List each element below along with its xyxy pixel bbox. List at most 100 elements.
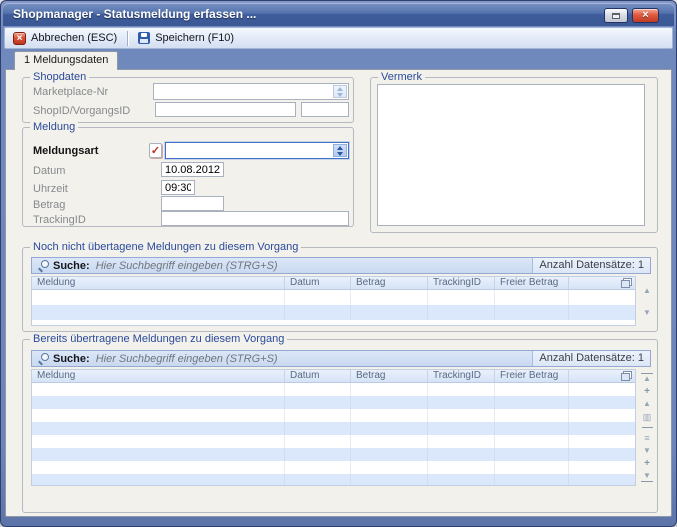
transferred-messages-grid: Meldung Datum Betrag TrackingID Freier B…: [31, 369, 636, 486]
tab-meldungsdaten[interactable]: 1 Meldungsdaten: [14, 51, 118, 70]
save-icon: [138, 32, 150, 44]
spin-up-icon: [337, 146, 343, 150]
table-row[interactable]: [32, 461, 635, 474]
grid-navigator: ▲ + ▲ ▥ ≡ ▼ + ▼: [639, 371, 655, 485]
close-icon: ×: [642, 9, 648, 22]
table-row[interactable]: [32, 435, 635, 448]
current-row-icon[interactable]: ▥: [641, 412, 653, 422]
marketplace-label: Marketplace-Nr: [33, 86, 108, 98]
vermerk-group-title: Vermerk: [378, 71, 425, 83]
toolbar-separator: [127, 31, 128, 46]
column-header-trackingid[interactable]: TrackingID: [428, 370, 495, 382]
search-placeholder[interactable]: Hier Suchbegriff eingeben (STRG+S): [96, 353, 278, 365]
search-icon: [38, 353, 49, 364]
cancel-icon: ×: [13, 32, 26, 45]
column-header-freier-betrag[interactable]: Freier Betrag: [495, 370, 569, 382]
vermerk-group: Vermerk: [370, 77, 658, 233]
restore-icon: [612, 13, 620, 19]
search-label: Suche:: [53, 353, 90, 365]
navigator-divider: [642, 427, 653, 428]
search-icon: [38, 260, 49, 271]
move-down-icon[interactable]: +: [641, 459, 653, 468]
tab-label: 1 Meldungsdaten: [24, 54, 108, 66]
meldung-group: Meldung Meldungsart ✓ Datum Uhrzeit Betr…: [22, 127, 354, 227]
required-check-button[interactable]: ✓: [149, 143, 162, 158]
content-panel: Shopdaten Marketplace-Nr ShopID/Vorgangs…: [5, 69, 672, 517]
table-row[interactable]: [32, 474, 635, 486]
column-header-meldung[interactable]: Meldung: [32, 277, 285, 289]
save-button[interactable]: Speichern (F10): [130, 28, 242, 48]
table-row[interactable]: [32, 305, 635, 320]
column-header-freier-betrag[interactable]: Freier Betrag: [495, 277, 569, 289]
search-bar[interactable]: Suche: Hier Suchbegriff eingeben (STRG+S…: [31, 257, 651, 274]
marketplace-value: [154, 88, 157, 100]
betrag-label: Betrag: [33, 199, 65, 211]
restore-button[interactable]: [604, 8, 628, 23]
datum-label: Datum: [33, 165, 65, 177]
trackingid-label: TrackingID: [33, 214, 86, 226]
move-up-icon[interactable]: +: [641, 387, 653, 396]
pending-messages-group-title: Noch nicht übertagene Meldungen zu diese…: [30, 241, 301, 253]
column-header-datum[interactable]: Datum: [285, 370, 351, 382]
marketplace-combobox[interactable]: [153, 83, 349, 100]
grid-lines-icon[interactable]: ≡: [641, 433, 653, 443]
cancel-button-label: Abbrechen (ESC): [31, 32, 117, 44]
pending-messages-grid: Meldung Datum Betrag TrackingID Freier B…: [31, 276, 636, 326]
column-header-datum[interactable]: Datum: [285, 277, 351, 289]
table-row[interactable]: [32, 396, 635, 409]
column-header-trackingid[interactable]: TrackingID: [428, 277, 495, 289]
go-last-row-icon[interactable]: ▼: [641, 471, 653, 482]
spin-up-icon: [337, 87, 343, 91]
table-row[interactable]: [32, 448, 635, 461]
table-row[interactable]: [32, 290, 635, 305]
app-window: Shopmanager - Statusmeldung erfassen ...…: [0, 0, 677, 527]
search-label: Suche:: [53, 260, 90, 272]
grid-header: Meldung Datum Betrag TrackingID Freier B…: [32, 277, 635, 290]
table-row[interactable]: [32, 383, 635, 396]
go-first-row-icon[interactable]: ▲: [641, 373, 653, 384]
column-header-meldung[interactable]: Meldung: [32, 370, 285, 382]
meldungsart-label: Meldungsart: [33, 145, 98, 157]
table-row[interactable]: [32, 409, 635, 422]
search-placeholder[interactable]: Hier Suchbegriff eingeben (STRG+S): [96, 260, 278, 272]
record-count-badge: Anzahl Datensätze: 1: [532, 258, 650, 273]
scroll-up-icon[interactable]: ▲: [641, 286, 653, 296]
next-row-icon[interactable]: ▼: [641, 446, 653, 456]
transferred-messages-group: Bereits übertragene Meldungen zu diesem …: [22, 339, 658, 513]
toolbar: × Abbrechen (ESC) Speichern (F10): [4, 27, 673, 49]
cancel-button[interactable]: × Abbrechen (ESC): [5, 28, 125, 48]
table-row[interactable]: [32, 422, 635, 435]
record-count-badge: Anzahl Datensätze: 1: [532, 351, 650, 366]
previous-row-icon[interactable]: ▲: [641, 399, 653, 409]
shopid-label: ShopID/VorgangsID: [33, 105, 130, 117]
column-header-betrag[interactable]: Betrag: [351, 370, 428, 382]
vorgangsid-input[interactable]: [301, 102, 349, 117]
grid-scrollbar: ▲ ▼: [639, 278, 655, 324]
combo-dropdown-icon[interactable]: [333, 85, 347, 98]
trackingid-input[interactable]: [161, 211, 349, 226]
grid-rows: [32, 290, 635, 320]
column-header-betrag[interactable]: Betrag: [351, 277, 428, 289]
transferred-messages-group-title: Bereits übertragene Meldungen zu diesem …: [30, 333, 287, 345]
shopdaten-group: Shopdaten Marketplace-Nr ShopID/Vorgangs…: [22, 77, 354, 123]
meldung-group-title: Meldung: [30, 121, 78, 133]
combo-dropdown-icon[interactable]: [333, 144, 347, 157]
column-header-extra: [569, 277, 635, 289]
grid-header: Meldung Datum Betrag TrackingID Freier B…: [32, 370, 635, 383]
shopid-input[interactable]: [155, 102, 296, 117]
column-header-extra: [569, 370, 635, 382]
column-chooser-icon[interactable]: [621, 278, 632, 288]
vermerk-textarea[interactable]: [377, 84, 645, 226]
scroll-down-icon[interactable]: ▼: [641, 308, 653, 318]
close-button[interactable]: ×: [632, 8, 659, 23]
save-button-label: Speichern (F10): [155, 32, 234, 44]
meldungsart-combobox[interactable]: [165, 142, 349, 159]
grid-rows: [32, 383, 635, 486]
search-bar[interactable]: Suche: Hier Suchbegriff eingeben (STRG+S…: [31, 350, 651, 367]
datum-input[interactable]: [161, 162, 224, 177]
column-chooser-icon[interactable]: [621, 371, 632, 381]
betrag-input[interactable]: [161, 196, 224, 211]
meldungsart-value: [166, 147, 169, 159]
window-title: Shopmanager - Statusmeldung erfassen ...: [13, 7, 256, 21]
uhrzeit-input[interactable]: [161, 180, 195, 195]
